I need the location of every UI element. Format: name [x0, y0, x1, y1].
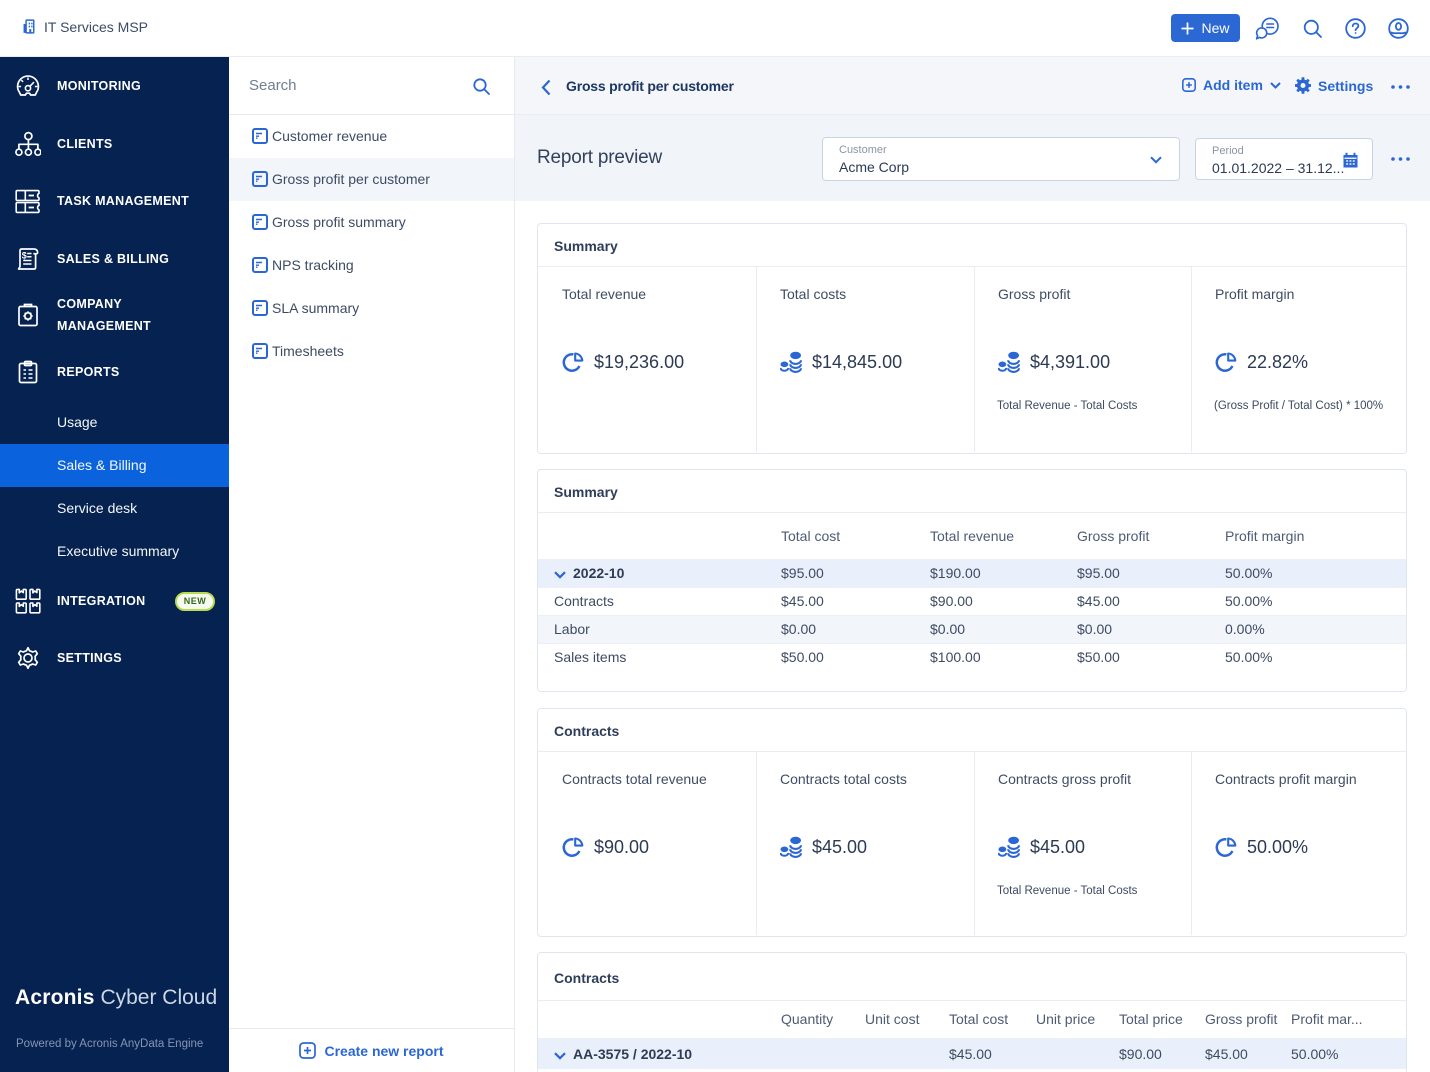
svg-text:$: $ [22, 250, 27, 260]
